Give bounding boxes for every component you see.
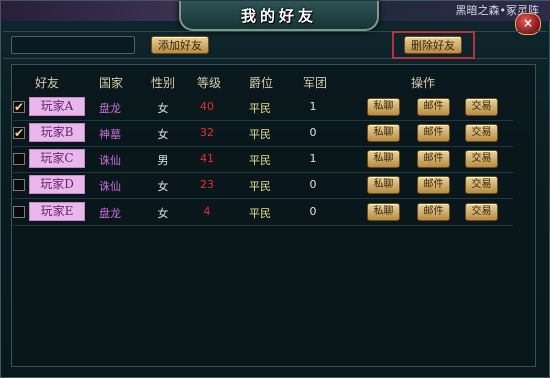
select-checkbox[interactable]	[13, 206, 25, 218]
column-header-actions: 操作	[411, 76, 436, 90]
row-divider	[13, 172, 513, 173]
friend-level: 40	[200, 100, 214, 113]
chat-button[interactable]: 私聊	[367, 176, 400, 194]
friend-country: 盘龙	[99, 102, 121, 115]
friend-rank: 平民	[249, 207, 271, 220]
friend-rank: 平民	[249, 180, 271, 193]
friends-window: 黑暗之森•冢灵阵 我的好友 × 添加好友 删除好友 好友 国家 性别 等级 爵位…	[0, 0, 550, 378]
mail-button[interactable]: 邮件	[417, 124, 450, 142]
friend-legion: 1	[309, 100, 317, 113]
row-divider	[13, 225, 513, 226]
row-divider	[13, 198, 513, 199]
row-divider	[13, 146, 513, 147]
trade-button[interactable]: 交易	[465, 203, 498, 221]
friend-row[interactable]: 玩家E 盘龙 女 4 平民 0 私聊 邮件 交易	[13, 201, 513, 225]
column-header-country: 国家	[99, 76, 124, 90]
add-friend-button[interactable]: 添加好友	[151, 36, 209, 54]
friend-gender: 女	[157, 180, 169, 193]
column-header-gender: 性别	[151, 76, 176, 90]
trade-button[interactable]: 交易	[465, 124, 498, 142]
mail-button[interactable]: 邮件	[417, 150, 450, 168]
select-checkbox[interactable]: ✔	[13, 127, 25, 139]
trade-button[interactable]: 交易	[465, 150, 498, 168]
column-header-legion: 军团	[303, 76, 328, 90]
friend-name[interactable]: 玩家D	[29, 175, 85, 194]
friend-gender: 男	[157, 154, 169, 167]
chat-button[interactable]: 私聊	[367, 203, 400, 221]
column-header-rank: 爵位	[249, 76, 274, 90]
friend-legion: 1	[309, 152, 317, 165]
window-title: 我的好友	[240, 7, 317, 25]
friend-country: 盘龙	[99, 207, 121, 220]
trade-button[interactable]: 交易	[465, 176, 498, 194]
friend-gender: 女	[157, 128, 169, 141]
mail-button[interactable]: 邮件	[417, 203, 450, 221]
friend-rank: 平民	[249, 102, 271, 115]
select-checkbox[interactable]	[13, 153, 25, 165]
title-plate: 我的好友	[179, 1, 379, 31]
mail-button[interactable]: 邮件	[417, 176, 450, 194]
search-input[interactable]	[11, 36, 135, 54]
friend-level: 41	[200, 152, 214, 165]
friend-row[interactable]: 玩家C 诛仙 男 41 平民 1 私聊 邮件 交易	[13, 148, 513, 172]
friend-country: 诛仙	[99, 154, 121, 167]
friend-country: 神墓	[99, 128, 121, 141]
friend-row[interactable]: ✔ 玩家B 神墓 女 32 平民 0 私聊 邮件 交易	[13, 122, 513, 146]
row-divider	[13, 120, 513, 121]
mail-button[interactable]: 邮件	[417, 98, 450, 116]
friend-level: 23	[200, 178, 214, 191]
column-header-level: 等级	[197, 76, 222, 90]
friend-name[interactable]: 玩家A	[29, 97, 85, 116]
friend-country: 诛仙	[99, 180, 121, 193]
trade-button[interactable]: 交易	[465, 98, 498, 116]
friend-legion: 0	[309, 126, 317, 139]
friend-legion: 0	[309, 178, 317, 191]
friend-rank: 平民	[249, 128, 271, 141]
friend-legion: 0	[309, 205, 317, 218]
friend-name[interactable]: 玩家B	[29, 123, 85, 142]
select-checkbox[interactable]	[13, 179, 25, 191]
friend-row[interactable]: 玩家D 诛仙 女 23 平民 0 私聊 邮件 交易	[13, 174, 513, 198]
friend-name[interactable]: 玩家E	[29, 202, 85, 221]
chat-button[interactable]: 私聊	[367, 124, 400, 142]
friend-name[interactable]: 玩家C	[29, 149, 85, 168]
select-checkbox[interactable]: ✔	[13, 101, 25, 113]
friend-level: 32	[200, 126, 214, 139]
chat-button[interactable]: 私聊	[367, 98, 400, 116]
friend-level: 4	[203, 205, 211, 218]
chat-button[interactable]: 私聊	[367, 150, 400, 168]
friend-gender: 女	[157, 102, 169, 115]
friend-row[interactable]: ✔ 玩家A 盘龙 女 40 平民 1 私聊 邮件 交易	[13, 96, 513, 120]
column-header-friend: 好友	[35, 76, 60, 90]
friend-gender: 女	[157, 207, 169, 220]
delete-friend-button[interactable]: 删除好友	[404, 36, 462, 54]
friend-rank: 平民	[249, 154, 271, 167]
